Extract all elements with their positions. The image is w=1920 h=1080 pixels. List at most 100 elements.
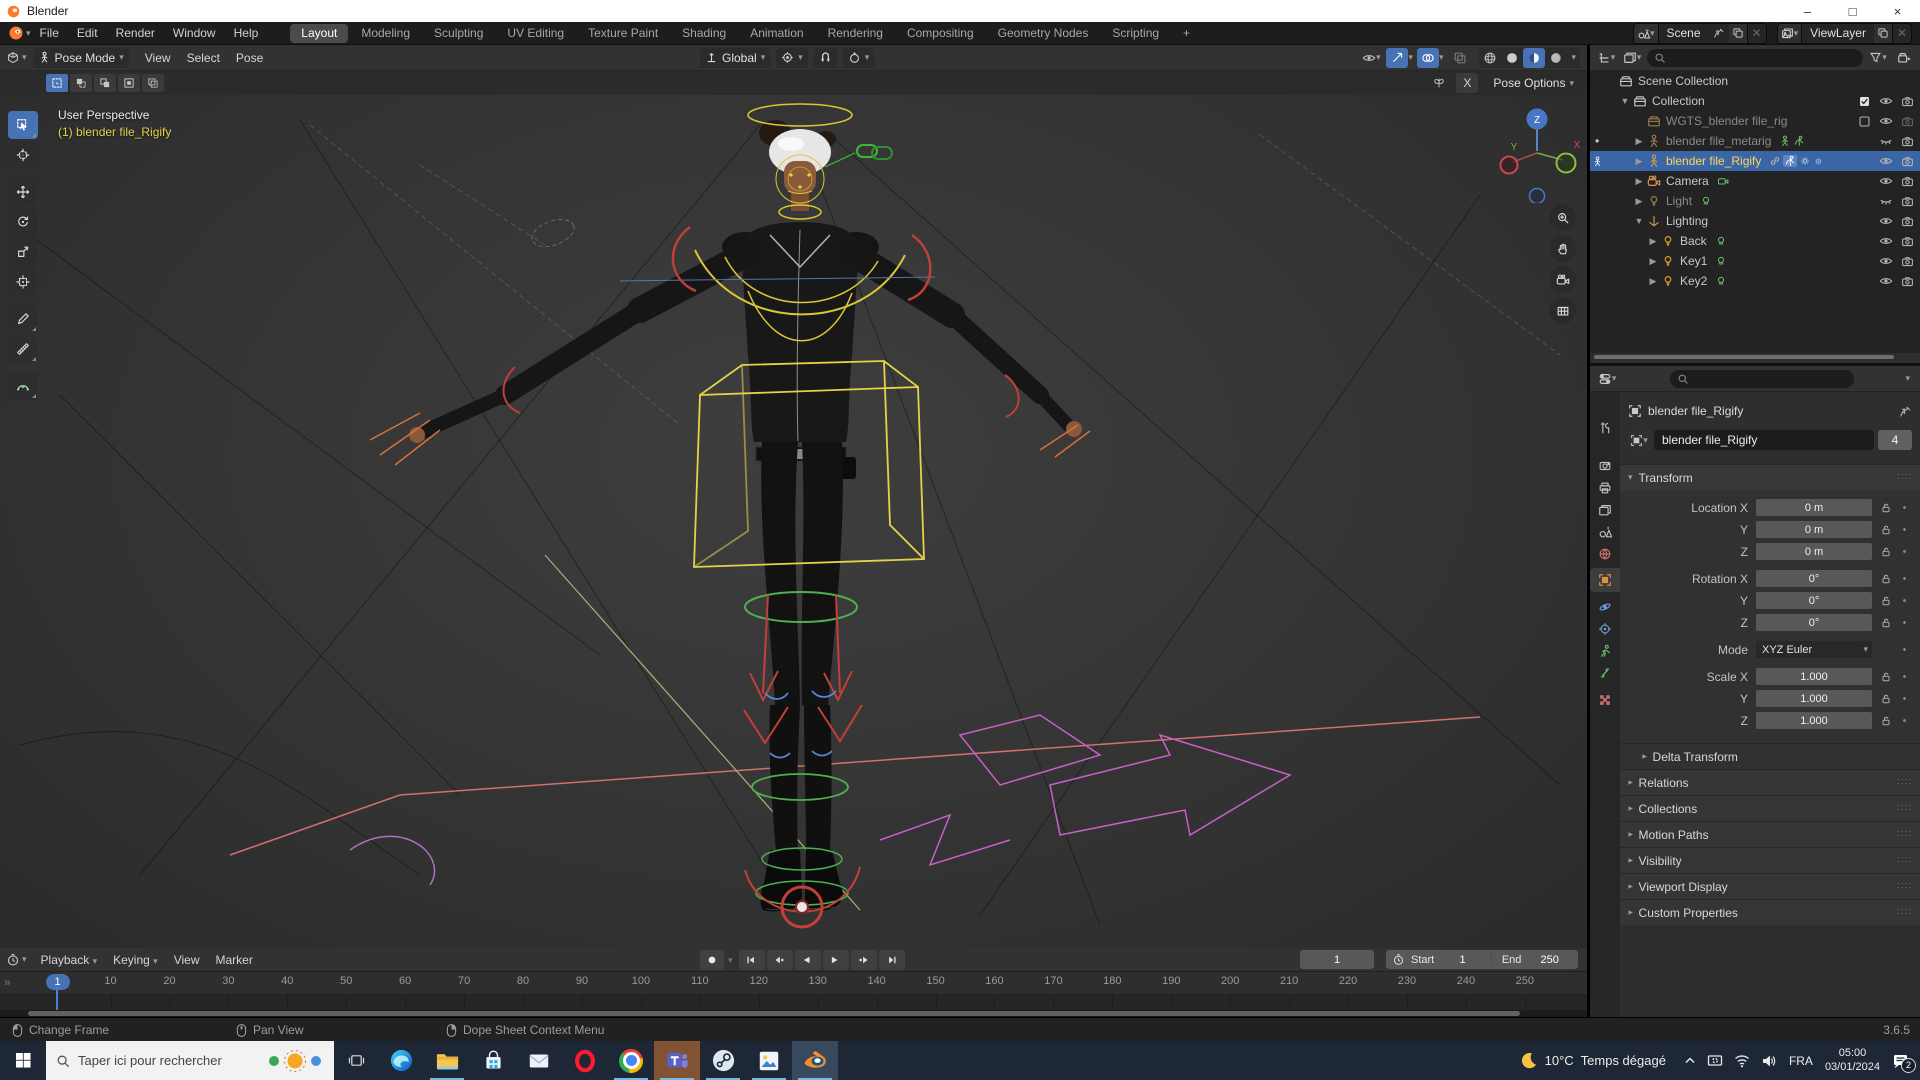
new-collection-button[interactable]	[1893, 48, 1915, 68]
animate-dot[interactable]	[1898, 503, 1910, 512]
tab-animation[interactable]: Animation	[739, 24, 814, 43]
caret-closed-icon[interactable]: ▶	[1632, 176, 1646, 187]
taskbar-app-photos[interactable]	[746, 1041, 792, 1080]
task-view-button[interactable]	[334, 1041, 378, 1080]
properties-editor-type-button[interactable]: ▾	[1596, 369, 1618, 389]
outliner-row-key1[interactable]: ▶ Key1	[1590, 251, 1920, 271]
viewlayer-name[interactable]: ViewLayer	[1802, 26, 1874, 40]
animate-dot[interactable]	[1898, 574, 1910, 583]
shading-rendered-button[interactable]	[1545, 48, 1567, 68]
tab-scripting[interactable]: Scripting	[1101, 24, 1170, 43]
lock-icon[interactable]	[1878, 524, 1894, 536]
timeline-editor-type-button[interactable]: ▾	[6, 953, 27, 967]
end-frame-field[interactable]: 250	[1521, 954, 1578, 966]
outliner-row-back[interactable]: ▶ Back	[1590, 231, 1920, 251]
link-badge-icon[interactable]	[1769, 155, 1781, 167]
pin-id-icon[interactable]	[1899, 405, 1912, 418]
outliner-row-lighting[interactable]: ▼ Lighting	[1590, 211, 1920, 231]
tool-rotate[interactable]	[8, 208, 38, 236]
taskbar-app-steam[interactable]	[700, 1041, 746, 1080]
select-mode-subtract-button[interactable]	[94, 74, 116, 92]
render-visibility-icon[interactable]	[1901, 135, 1914, 148]
hide-eye-icon[interactable]	[1879, 274, 1893, 288]
tab-texture-paint[interactable]: Texture Paint	[577, 24, 669, 43]
taskbar-app-opera[interactable]	[562, 1041, 608, 1080]
animate-dot[interactable]	[1898, 596, 1910, 605]
menu-edit[interactable]: Edit	[68, 22, 107, 44]
armature-data-badge-icon[interactable]	[1779, 135, 1791, 147]
light-data-badge-icon[interactable]	[1715, 275, 1727, 287]
caret-closed-icon[interactable]: ▶	[1632, 196, 1646, 207]
panel-viewport-display[interactable]: ▾ Viewport Display ∷∷	[1620, 873, 1920, 899]
new-viewlayer-button[interactable]	[1873, 23, 1893, 43]
pin-icon[interactable]	[1709, 27, 1729, 39]
camera-data-badge-icon[interactable]	[1717, 175, 1729, 187]
scene-icon[interactable]: ▾	[1633, 23, 1659, 43]
lock-icon[interactable]	[1878, 693, 1894, 705]
timeline-menu-marker[interactable]: Marker	[207, 953, 260, 967]
light-data-badge-icon[interactable]	[1715, 235, 1727, 247]
outliner-row-scene-collection[interactable]: Scene Collection	[1590, 71, 1920, 91]
armature-pose-badge-icon[interactable]	[1793, 135, 1805, 147]
pivot-point-dropdown[interactable]: ▾	[776, 47, 808, 68]
taskbar-app-edge[interactable]	[378, 1041, 424, 1080]
value-field[interactable]: 1.000	[1756, 690, 1872, 707]
timeline-channels[interactable]	[0, 994, 1587, 1011]
panel-collections[interactable]: ▾ Collections ∷∷	[1620, 795, 1920, 821]
properties-search-input[interactable]	[1669, 369, 1854, 388]
hide-eye-icon[interactable]	[1879, 194, 1893, 208]
outliner-search-input[interactable]	[1647, 48, 1863, 67]
close-button[interactable]: ×	[1875, 0, 1920, 22]
value-field[interactable]: 0°	[1756, 592, 1872, 609]
render-visibility-icon[interactable]	[1901, 155, 1914, 168]
menu-help[interactable]: Help	[225, 22, 268, 44]
hide-eye-icon[interactable]	[1879, 134, 1893, 148]
menu-render[interactable]: Render	[107, 22, 164, 44]
outliner-hscrollbar[interactable]	[1594, 355, 1894, 359]
tab-layout[interactable]: Layout	[290, 23, 349, 43]
animate-dot[interactable]	[1898, 547, 1910, 556]
jump-end-button[interactable]	[878, 950, 905, 970]
tool-transform[interactable]	[8, 268, 38, 296]
tray-monitor-icon[interactable]	[1707, 1054, 1723, 1068]
hide-eye-icon[interactable]	[1879, 114, 1893, 128]
caret-closed-icon[interactable]: ▶	[1646, 256, 1660, 267]
viewport-menu-select[interactable]: Select	[179, 51, 228, 65]
animate-dot[interactable]	[1898, 672, 1910, 681]
mini-badge-icon[interactable]	[1813, 156, 1824, 167]
render-visibility-icon[interactable]	[1901, 215, 1914, 228]
language-indicator[interactable]: FRA	[1789, 1054, 1813, 1068]
timeline-menu-view[interactable]: View	[166, 953, 208, 967]
object-name-input[interactable]: blender file_Rigify	[1654, 430, 1874, 450]
add-workspace-button[interactable]: +	[1172, 24, 1201, 43]
users-count-button[interactable]: 4	[1878, 430, 1912, 450]
outliner-row-key2[interactable]: ▶ Key2	[1590, 271, 1920, 291]
mirror-x-butterfly-icon[interactable]	[1428, 73, 1450, 93]
record-button[interactable]	[700, 950, 724, 970]
properties-tab-physics[interactable]	[1590, 595, 1620, 619]
exclude-checkbox[interactable]	[1858, 95, 1871, 108]
hide-eye-icon[interactable]	[1879, 214, 1893, 228]
outliner-editor-type-button[interactable]: ▾	[1595, 48, 1617, 68]
taskbar-app-blender[interactable]	[792, 1041, 838, 1080]
nav-camera-view-button[interactable]	[1549, 266, 1576, 293]
properties-tab-constraints[interactable]	[1590, 617, 1620, 641]
panel-motion-paths[interactable]: ▾ Motion Paths ∷∷	[1620, 821, 1920, 847]
render-visibility-icon[interactable]	[1901, 175, 1914, 188]
maximize-button[interactable]: □	[1830, 0, 1875, 22]
render-visibility-icon[interactable]	[1901, 275, 1914, 288]
timeline-scrollbar-track[interactable]	[0, 1010, 1587, 1017]
lock-icon[interactable]	[1878, 617, 1894, 629]
animate-dot[interactable]	[1898, 618, 1910, 627]
outliner-row-collection[interactable]: ▼ Collection	[1590, 91, 1920, 111]
taskbar-app-chrome[interactable]	[608, 1041, 654, 1080]
id-type-dropdown[interactable]: ▾	[1628, 430, 1650, 450]
shading-material-button[interactable]	[1523, 47, 1546, 68]
value-field[interactable]: 1.000	[1756, 712, 1872, 729]
hide-eye-icon[interactable]	[1879, 154, 1893, 168]
pose-badge-icon[interactable]	[1783, 155, 1798, 167]
outliner-row-light[interactable]: ▶ Light	[1590, 191, 1920, 211]
tool-pose-breakdowner[interactable]	[8, 372, 38, 400]
lock-icon[interactable]	[1878, 502, 1894, 514]
tab-shading[interactable]: Shading	[671, 24, 737, 43]
